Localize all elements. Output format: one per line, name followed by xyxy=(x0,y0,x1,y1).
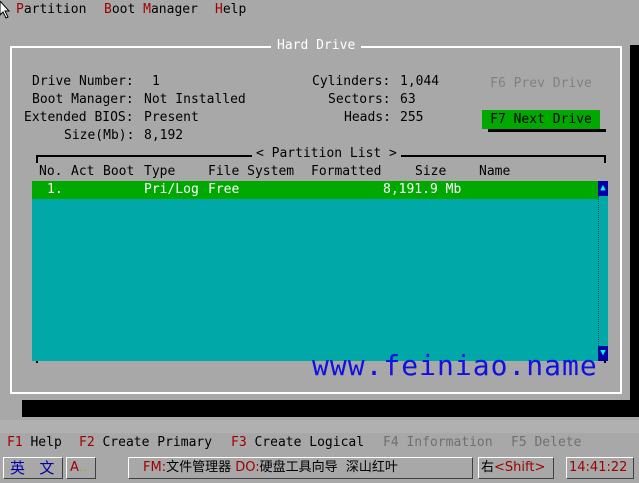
fkey-delete: F5 Delete xyxy=(511,435,582,450)
watermark-text: www.feiniao.name xyxy=(312,349,598,382)
sectors-label: Sectors: xyxy=(328,92,391,107)
col-name: Name xyxy=(479,164,511,179)
cylinders-label: Cylinders: xyxy=(312,74,391,89)
prev-drive-button[interactable]: F6 Prev Drive xyxy=(482,74,600,93)
ime-language-toggle[interactable]: 英 文 xyxy=(3,457,63,479)
fkey-information: F4 Information xyxy=(383,435,493,450)
menu-boot-hotkey: B xyxy=(104,2,112,17)
row-type: Pri/Log xyxy=(144,182,199,197)
table-row[interactable]: 1. Pri/Log Free 8,191.9 Mb xyxy=(32,181,598,199)
heads-value: 255 xyxy=(400,110,424,125)
ime-shortcut-bar[interactable]: FM:文件管理器 DO:硬盘工具向导 深山红叶 xyxy=(128,457,473,479)
function-key-bar: F1 Help F2 Create Primary F3 Create Logi… xyxy=(0,433,639,453)
menu-bar: Partition Boot Manager Help xyxy=(0,0,639,20)
heads-label: Heads: xyxy=(344,110,391,125)
boot-manager-value: Not Installed xyxy=(144,92,246,107)
drive-number-label: Drive Number: xyxy=(32,74,134,89)
scroll-up-arrow-icon[interactable]: ▲ xyxy=(598,181,608,196)
size-value: 8,192 xyxy=(144,128,184,143)
clock: 14:41:22 xyxy=(566,457,634,479)
col-file-system: File System xyxy=(208,164,295,179)
sectors-value: 63 xyxy=(400,92,416,107)
row-file-system: Free xyxy=(208,182,240,197)
col-act: Act xyxy=(71,164,95,179)
size-label: Size(Mb): xyxy=(64,128,135,143)
fkey-create-primary[interactable]: F2 Create Primary xyxy=(79,434,212,452)
partition-list-body[interactable] xyxy=(32,181,598,361)
col-formatted: Formatted xyxy=(311,164,382,179)
cylinders-value: 1,044 xyxy=(400,74,440,89)
row-size: 8,191.9 Mb xyxy=(383,182,462,197)
menu-help[interactable]: Help xyxy=(215,1,246,19)
scroll-down-arrow-icon[interactable]: ▼ xyxy=(598,346,608,361)
boot-manager-label: Boot Manager: xyxy=(32,92,134,107)
partition-list-header: No. Act Boot Type File System Formatted … xyxy=(32,163,607,181)
row-no: 1. xyxy=(47,182,63,197)
ime-input-mode[interactable]: A.. xyxy=(66,457,96,479)
fkey-create-logical[interactable]: F3 Create Logical xyxy=(231,434,364,452)
ime-shift-indicator: 右<Shift> xyxy=(478,457,554,479)
drive-number-value: 1 xyxy=(152,74,160,89)
ext-bios-value: Present xyxy=(144,110,199,125)
scrollbar-track[interactable] xyxy=(598,196,608,346)
ext-bios-label: Extended BIOS: xyxy=(24,110,134,125)
menu-boot-manager[interactable]: Boot Manager xyxy=(104,1,198,19)
col-boot: Boot xyxy=(103,164,135,179)
col-size: Size xyxy=(415,164,447,179)
mouse-pointer-icon xyxy=(0,1,10,19)
col-type: Type xyxy=(144,164,176,179)
fkey-help[interactable]: F1 Help xyxy=(7,434,62,452)
dialog-shadow-bottom xyxy=(22,398,639,417)
col-no: No. xyxy=(39,164,63,179)
dialog-title: Hard Drive xyxy=(271,37,362,55)
next-drive-button[interactable]: F7 Next Drive xyxy=(482,110,606,132)
partition-list-title: < Partition List > xyxy=(252,145,401,163)
menu-partition[interactable]: Partition xyxy=(16,1,86,19)
ime-status-bar: 英 文 A.. FM:文件管理器 DO:硬盘工具向导 深山红叶 右<Shift>… xyxy=(0,453,639,483)
